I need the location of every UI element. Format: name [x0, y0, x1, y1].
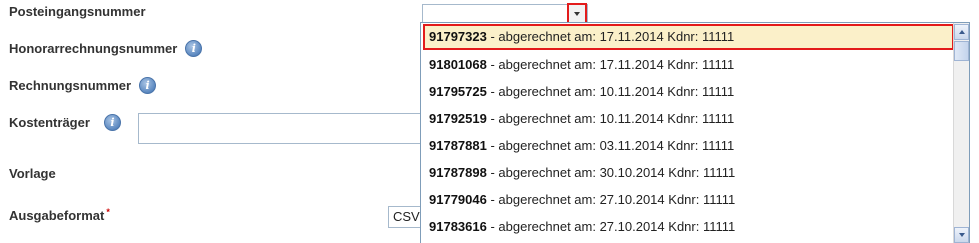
option-number: 91795725	[429, 84, 487, 99]
kostentraeger-label-text: Kostenträger	[9, 115, 90, 130]
option-customer-prefix: Kdnr:	[663, 29, 702, 44]
option-separator: - abgerechnet am:	[486, 29, 600, 44]
scrollbar-thumb[interactable]	[954, 41, 969, 61]
posteingangsnummer-label: Posteingangsnummer	[9, 4, 146, 19]
posteingangsnummer-label-text: Posteingangsnummer	[9, 4, 146, 19]
dropdown-option[interactable]: 91792519 - abgerechnet am: 10.11.2014 Kd…	[423, 106, 954, 132]
option-customer-number: 11111	[701, 57, 735, 72]
posteingangsnummer-dropdown-list[interactable]: 91797323 - abgerechnet am: 17.11.2014 Kd…	[420, 22, 970, 243]
option-separator: - abgerechnet am:	[486, 219, 600, 234]
option-separator: - abgerechnet am:	[486, 165, 600, 180]
option-customer-prefix: Kdnr:	[663, 138, 702, 153]
option-customer-prefix: Kdnr:	[663, 84, 702, 99]
dropdown-option[interactable]: 91779046 - abgerechnet am: 27.10.2014 Kd…	[423, 187, 954, 213]
chevron-down-icon	[574, 11, 580, 16]
scrollbar[interactable]	[953, 23, 969, 243]
required-marker: *	[106, 206, 110, 217]
info-icon[interactable]: i	[185, 40, 203, 57]
dropdown-option[interactable]: 91795725 - abgerechnet am: 10.11.2014 Kd…	[423, 79, 954, 105]
scroll-down-icon	[958, 233, 965, 237]
option-customer-number: 11111	[701, 29, 735, 44]
option-customer-number: 11111	[701, 138, 735, 153]
dropdown-option[interactable]: 91787881 - abgerechnet am: 03.11.2014 Kd…	[423, 133, 954, 159]
option-customer-prefix: Kdnr:	[663, 111, 702, 126]
option-date: 10.11.2014	[599, 84, 664, 99]
option-separator: - abgerechnet am:	[486, 84, 600, 99]
option-separator: - abgerechnet am:	[486, 138, 600, 153]
option-number: 91792519	[429, 111, 487, 126]
option-date: 17.11.2014	[599, 29, 664, 44]
rechnungsnummer-label-text: Rechnungsnummer	[9, 78, 132, 93]
option-date: 03.11.2014	[599, 138, 664, 153]
option-customer-prefix: Kdnr:	[664, 165, 703, 180]
option-customer-number: 11111	[702, 192, 736, 207]
option-date: 17.11.2014	[599, 57, 664, 72]
option-number: 91779046	[429, 192, 487, 207]
option-number: 91787898	[429, 165, 487, 180]
option-separator: - abgerechnet am:	[486, 57, 600, 72]
option-customer-number: 11111	[702, 219, 736, 234]
option-customer-prefix: Kdnr:	[664, 219, 703, 234]
option-date: 10.11.2014	[599, 111, 664, 126]
vorlage-label: Vorlage	[9, 166, 56, 181]
honorarrechnungsnummer-label-text: Honorarrechnungsnummer	[9, 41, 178, 56]
option-date: 27.10.2014	[599, 219, 665, 234]
dropdown-option[interactable]: 91797323 - abgerechnet am: 17.11.2014 Kd…	[423, 24, 954, 50]
scroll-down-button[interactable]	[954, 227, 969, 243]
option-date: 30.10.2014	[599, 165, 665, 180]
ausgabeformat-value: CSV	[393, 209, 420, 224]
option-customer-number: 11111	[701, 111, 735, 126]
dropdown-toggle-button[interactable]	[567, 3, 587, 24]
dropdown-option[interactable]: 91783616 - abgerechnet am: 27.10.2014 Kd…	[423, 214, 954, 240]
option-customer-number: 11111	[702, 165, 736, 180]
kostentraeger-input[interactable]	[138, 113, 428, 144]
ausgabeformat-label: Ausgabeformat *	[9, 206, 110, 224]
option-number: 91783616	[429, 219, 487, 234]
option-customer-prefix: Kdnr:	[663, 57, 702, 72]
posteingangsnummer-select[interactable]	[422, 4, 588, 23]
option-customer-number: 11111	[701, 84, 735, 99]
dropdown-option[interactable]: 91787898 - abgerechnet am: 30.10.2014 Kd…	[423, 160, 954, 186]
option-number: 91787881	[429, 138, 487, 153]
scroll-up-button[interactable]	[954, 24, 969, 40]
honorarrechnungsnummer-label: Honorarrechnungsnummer i	[9, 40, 203, 57]
option-separator: - abgerechnet am:	[486, 192, 600, 207]
dropdown-option[interactable]: 91801068 - abgerechnet am: 17.11.2014 Kd…	[423, 52, 954, 78]
info-icon[interactable]: i	[103, 114, 121, 131]
kostentraeger-label: Kostenträger i	[9, 114, 121, 131]
option-separator: - abgerechnet am:	[486, 111, 600, 126]
vorlage-label-text: Vorlage	[9, 166, 56, 181]
option-customer-prefix: Kdnr:	[664, 192, 703, 207]
option-number: 91801068	[429, 57, 487, 72]
option-number: 91797323	[429, 29, 487, 44]
rechnungsnummer-label: Rechnungsnummer i	[9, 77, 157, 94]
ausgabeformat-label-text: Ausgabeformat	[9, 208, 105, 223]
scroll-up-icon	[958, 30, 965, 34]
option-date: 27.10.2014	[599, 192, 665, 207]
info-icon[interactable]: i	[139, 77, 157, 94]
